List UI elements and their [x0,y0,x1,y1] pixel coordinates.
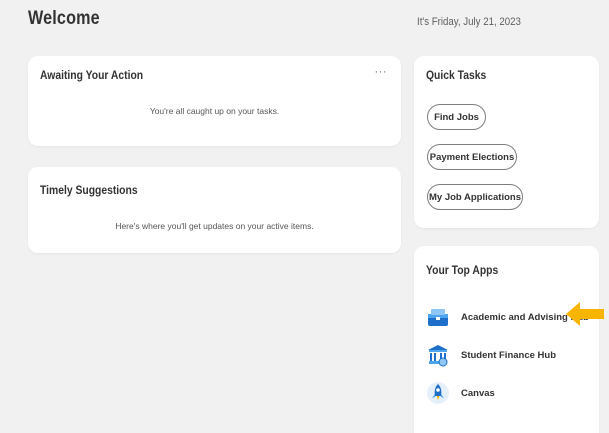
quick-tasks-card: Quick Tasks Find Jobs Payment Elections … [414,56,599,228]
my-job-applications-button[interactable]: My Job Applications [427,184,523,210]
app-student-finance-hub[interactable]: Student Finance Hub [426,340,556,370]
app-label: Student Finance Hub [461,349,556,361]
timely-suggestions-message: Here's where you'll get updates on your … [115,221,314,231]
page-title: Welcome [28,8,100,29]
awaiting-action-card: Awaiting Your Action ··· You're all caug… [28,56,401,146]
student-finance-icon [428,345,448,367]
app-canvas[interactable]: Canvas [426,378,495,408]
top-apps-title: Your Top Apps [426,265,499,277]
timely-suggestions-title: Timely Suggestions [40,185,138,197]
find-jobs-button[interactable]: Find Jobs [427,104,486,130]
pointer-arrow-icon [566,302,604,326]
academic-hub-icon [428,309,448,326]
app-label: Canvas [461,387,495,399]
workday-home-page: Welcome It's Friday, July 21, 2023 Await… [0,0,609,433]
quick-tasks-title: Quick Tasks [426,70,487,82]
date-text: It's Friday, July 21, 2023 [417,16,521,28]
top-apps-card: Your Top Apps Academic and Advising Hub [414,246,599,433]
timely-suggestions-card: Timely Suggestions Here's where you'll g… [28,167,401,253]
more-options-button[interactable]: ··· [375,66,388,78]
awaiting-action-message: You're all caught up on your tasks. [149,106,280,116]
canvas-rocket-icon [427,382,449,404]
payment-elections-button[interactable]: Payment Elections [427,144,517,170]
awaiting-action-title: Awaiting Your Action [40,70,144,82]
